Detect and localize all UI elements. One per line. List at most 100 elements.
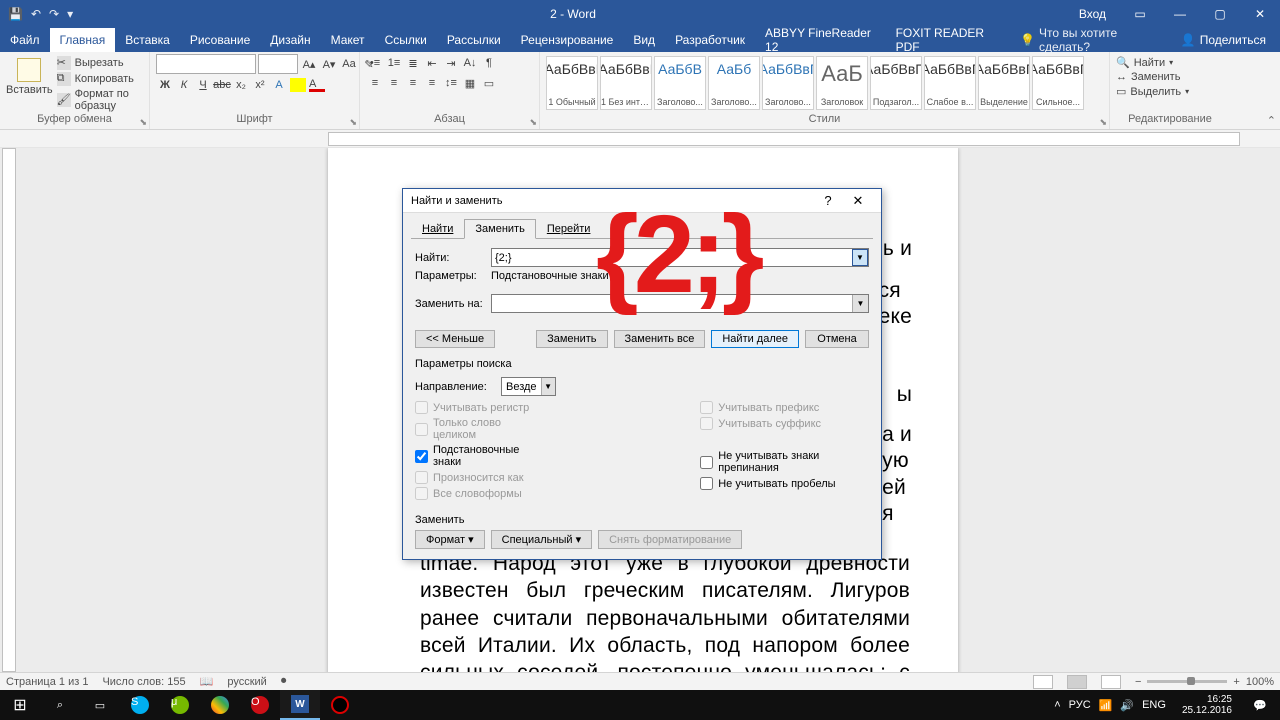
paragraph-launcher-icon[interactable]: ⬊ bbox=[529, 117, 537, 128]
change-case-icon[interactable]: Aa bbox=[340, 55, 358, 73]
style-item[interactable]: АаБбВЗаголово... bbox=[654, 56, 706, 110]
zoom-slider[interactable] bbox=[1147, 680, 1227, 683]
style-item[interactable]: АаБбВвГгПодзагол... bbox=[870, 56, 922, 110]
zoom-out-icon[interactable]: − bbox=[1135, 676, 1141, 688]
sort-icon[interactable]: A↓ bbox=[461, 54, 479, 72]
zoom-in-icon[interactable]: + bbox=[1233, 676, 1239, 688]
tab-review[interactable]: Рецензирование bbox=[511, 28, 624, 52]
font-launcher-icon[interactable]: ⬊ bbox=[349, 117, 357, 128]
bullets-icon[interactable]: •≡ bbox=[366, 54, 384, 72]
style-item[interactable]: АаБбЗаголово... bbox=[708, 56, 760, 110]
format-painter-button[interactable]: 🖌Формат по образцу bbox=[57, 88, 143, 112]
tab-mailings[interactable]: Рассылки bbox=[437, 28, 511, 52]
dialog-tab-find[interactable]: Найти bbox=[411, 219, 464, 239]
dialog-tab-replace[interactable]: Заменить bbox=[464, 219, 535, 239]
view-read-icon[interactable] bbox=[1033, 675, 1053, 689]
strike-button[interactable]: abc bbox=[213, 76, 231, 94]
tab-design[interactable]: Дизайн bbox=[260, 28, 320, 52]
shading-icon[interactable]: ▦ bbox=[461, 74, 479, 92]
indent-inc-icon[interactable]: ⇥ bbox=[442, 54, 460, 72]
styles-launcher-icon[interactable]: ⬊ bbox=[1099, 117, 1107, 128]
show-marks-icon[interactable]: ¶ bbox=[480, 54, 498, 72]
align-left-icon[interactable]: ≡ bbox=[366, 74, 384, 92]
chk-forms[interactable]: Все словоформы bbox=[415, 487, 540, 500]
shrink-font-icon[interactable]: A▾ bbox=[320, 55, 338, 73]
taskbar-utorrent[interactable]: μ bbox=[160, 690, 200, 720]
tab-draw[interactable]: Рисование bbox=[180, 28, 260, 52]
italic-button[interactable]: К bbox=[175, 76, 193, 94]
font-name-combo[interactable] bbox=[156, 54, 256, 74]
share-button[interactable]: 👤Поделиться bbox=[1167, 28, 1280, 52]
subscript-button[interactable]: x₂ bbox=[232, 76, 250, 94]
tab-insert[interactable]: Вставка bbox=[115, 28, 180, 52]
justify-icon[interactable]: ≡ bbox=[423, 74, 441, 92]
style-item[interactable]: АаБбВвГСильное... bbox=[1032, 56, 1084, 110]
view-print-icon[interactable] bbox=[1067, 675, 1087, 689]
chk-prefix[interactable]: Учитывать префикс bbox=[700, 401, 869, 414]
collapse-ribbon-icon[interactable]: ⌃ bbox=[1267, 114, 1276, 127]
vertical-ruler[interactable] bbox=[2, 148, 16, 672]
format-button[interactable]: Формат ▾ bbox=[415, 530, 485, 549]
chk-case[interactable]: Учитывать регистр bbox=[415, 401, 540, 414]
font-size-combo[interactable] bbox=[258, 54, 298, 74]
status-proofing-icon[interactable]: 📖 bbox=[200, 675, 214, 688]
bold-button[interactable]: Ж bbox=[156, 76, 174, 94]
indent-dec-icon[interactable]: ⇤ bbox=[423, 54, 441, 72]
dialog-help-icon[interactable]: ? bbox=[813, 193, 843, 208]
taskbar-word[interactable]: W bbox=[280, 690, 320, 720]
style-item[interactable]: АаБЗаголовок bbox=[816, 56, 868, 110]
task-view-icon[interactable]: ▭ bbox=[80, 690, 120, 720]
style-item[interactable]: АаБбВвГЗаголово... bbox=[762, 56, 814, 110]
font-color-icon[interactable]: A bbox=[308, 76, 326, 94]
tab-references[interactable]: Ссылки bbox=[375, 28, 437, 52]
tab-layout[interactable]: Макет bbox=[321, 28, 375, 52]
zoom-level[interactable]: 100% bbox=[1246, 676, 1274, 688]
style-item[interactable]: АаБбВвГСлабое в... bbox=[924, 56, 976, 110]
chevron-down-icon[interactable]: ▼ bbox=[852, 249, 868, 266]
qat-more-icon[interactable]: ▾ bbox=[67, 7, 73, 21]
tab-abbyy[interactable]: ABBYY FineReader 12 bbox=[755, 28, 886, 52]
tray-network-icon[interactable]: 📶 bbox=[1099, 699, 1113, 712]
tab-file[interactable]: Файл bbox=[0, 28, 50, 52]
replace-button[interactable]: ↔Заменить bbox=[1116, 71, 1189, 83]
tray-chevron-icon[interactable]: ˄ bbox=[1054, 699, 1060, 711]
underline-button[interactable]: Ч bbox=[194, 76, 212, 94]
taskbar-chrome[interactable] bbox=[200, 690, 240, 720]
ribbon-options-icon[interactable]: ▭ bbox=[1120, 0, 1160, 28]
tab-view[interactable]: Вид bbox=[623, 28, 665, 52]
undo-icon[interactable]: ↶ bbox=[31, 7, 41, 21]
highlight-icon[interactable] bbox=[289, 76, 307, 94]
tray-clock[interactable]: 16:25 25.12.2016 bbox=[1174, 694, 1240, 716]
save-icon[interactable]: 💾 bbox=[8, 7, 23, 21]
paste-button[interactable]: Вставить bbox=[6, 54, 53, 96]
find-next-button[interactable]: Найти далее bbox=[711, 330, 799, 348]
status-page[interactable]: Страница 1 из 1 bbox=[6, 676, 88, 688]
chk-suffix[interactable]: Учитывать суффикс bbox=[700, 417, 869, 430]
copy-button[interactable]: ⧉Копировать bbox=[57, 72, 143, 86]
select-button[interactable]: ▭Выделить ▾ bbox=[1116, 85, 1189, 98]
text-effects-icon[interactable]: A bbox=[270, 76, 288, 94]
tray-lang[interactable]: РУС bbox=[1069, 699, 1091, 711]
multilevel-icon[interactable]: ≣ bbox=[404, 54, 422, 72]
chk-space[interactable]: Не учитывать пробелы bbox=[700, 477, 869, 490]
superscript-button[interactable]: x² bbox=[251, 76, 269, 94]
minimize-icon[interactable]: — bbox=[1160, 0, 1200, 28]
chk-punct[interactable]: Не учитывать знаки препинания bbox=[700, 450, 869, 474]
chk-whole[interactable]: Только слово целиком bbox=[415, 417, 540, 441]
direction-select[interactable]: Везде▼ bbox=[501, 377, 556, 396]
chk-sounds[interactable]: Произносится как bbox=[415, 471, 540, 484]
tab-home[interactable]: Главная bbox=[50, 28, 116, 52]
status-macro-icon[interactable]: ⏺ bbox=[281, 675, 287, 688]
replace-one-button[interactable]: Заменить bbox=[536, 330, 607, 348]
chevron-down-icon[interactable]: ▼ bbox=[852, 295, 868, 312]
taskbar-skype[interactable]: S bbox=[120, 690, 160, 720]
notifications-icon[interactable]: 💬 bbox=[1240, 690, 1280, 720]
replace-all-button[interactable]: Заменить все bbox=[614, 330, 706, 348]
tab-foxit[interactable]: FOXIT READER PDF bbox=[886, 28, 1010, 52]
status-words[interactable]: Число слов: 155 bbox=[102, 676, 185, 688]
tab-developer[interactable]: Разработчик bbox=[665, 28, 755, 52]
find-button[interactable]: 🔍Найти ▾ bbox=[1116, 56, 1189, 69]
chevron-down-icon[interactable]: ▼ bbox=[541, 378, 555, 395]
style-item[interactable]: АаБбВвГВыделение bbox=[978, 56, 1030, 110]
view-web-icon[interactable] bbox=[1101, 675, 1121, 689]
